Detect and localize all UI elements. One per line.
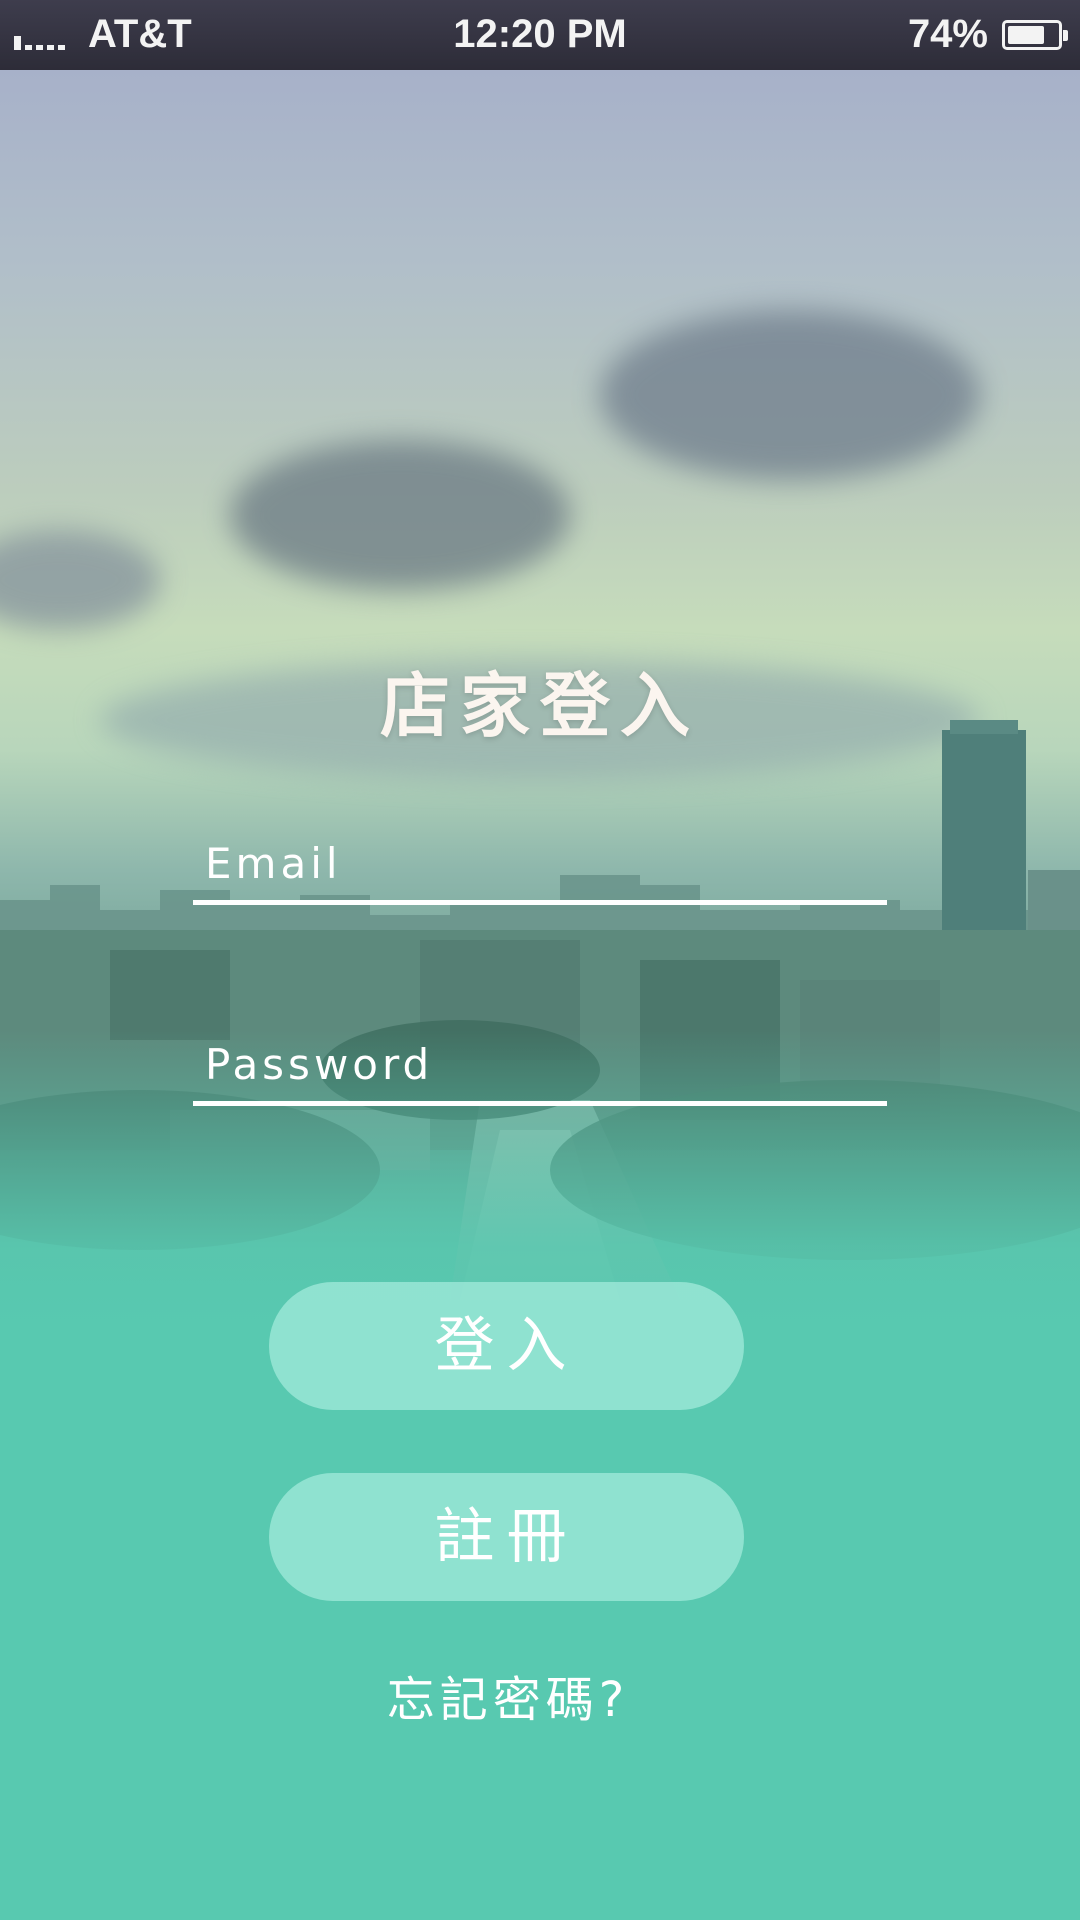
email-field (193, 826, 887, 905)
forgot-password-link[interactable]: 忘記密碼? (0, 1660, 1016, 1730)
battery-percentage: 74% (907, 12, 988, 56)
password-field (193, 1027, 887, 1106)
login-screen: AT&T 12:20 PM 74% 店家登入 登入 註冊 忘記密碼? (0, 0, 1080, 1920)
battery-icon (1002, 20, 1068, 50)
password-input[interactable] (193, 1027, 887, 1101)
city-skyline (0, 720, 1080, 1300)
battery-nub (1063, 30, 1068, 41)
battery-level (1008, 26, 1044, 44)
register-button[interactable]: 註冊 (269, 1473, 744, 1601)
page-title: 店家登入 (380, 665, 700, 747)
status-bar: AT&T 12:20 PM 74% (0, 0, 1080, 70)
login-button[interactable]: 登入 (269, 1282, 744, 1410)
email-input[interactable] (193, 826, 887, 900)
background-city-image (0, 70, 1080, 1920)
